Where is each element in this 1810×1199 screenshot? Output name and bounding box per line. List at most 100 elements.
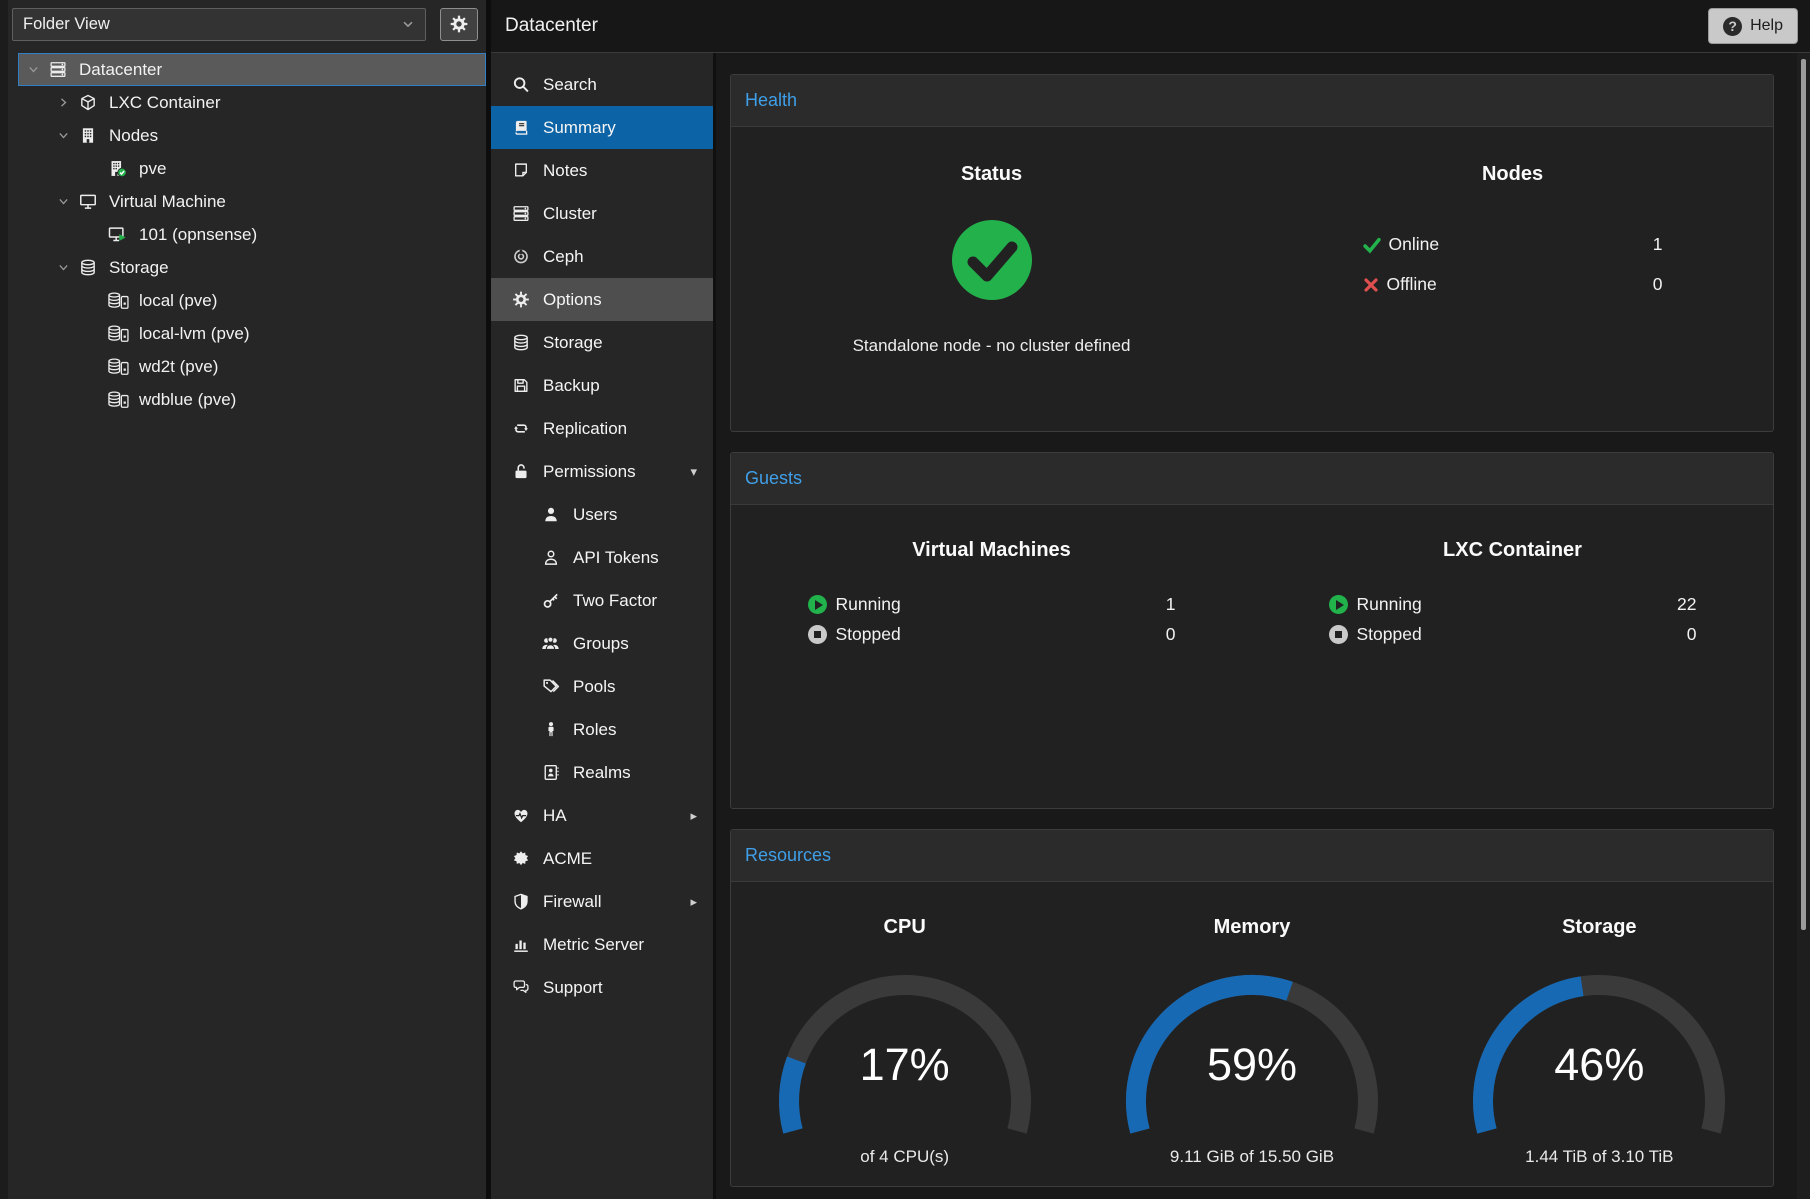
help-button[interactable]: ? Help bbox=[1708, 8, 1798, 44]
resources-panel: Resources CPU17%of 4 CPU(s)Memory59%9.11… bbox=[730, 829, 1774, 1187]
database-drive-icon bbox=[105, 358, 131, 375]
chevron-down-icon bbox=[401, 17, 415, 31]
chart-icon bbox=[509, 936, 533, 953]
gauge-percent: 59% bbox=[1102, 1039, 1402, 1091]
nav-item-notes[interactable]: Notes bbox=[491, 149, 713, 192]
proxmox-datacenter-app: Folder View DatacenterLXC ContainerNodes… bbox=[0, 0, 1810, 1199]
building-check-icon bbox=[105, 160, 131, 177]
resource-gauge-cpu: CPU17%of 4 CPU(s) bbox=[731, 882, 1078, 1186]
guests-panel-body: Virtual MachinesRunning1Stopped0LXC Cont… bbox=[731, 505, 1773, 808]
tree-item-local-pve[interactable]: local (pve) bbox=[8, 284, 486, 317]
nav-item-firewall[interactable]: Firewall▸ bbox=[491, 880, 713, 923]
database-icon bbox=[75, 259, 101, 276]
scrollbar-thumb[interactable] bbox=[1801, 59, 1806, 930]
tree-settings-button[interactable] bbox=[440, 8, 478, 41]
cluster-status-column: Status Standalone node - no cluster defi… bbox=[731, 127, 1252, 431]
nav-item-groups[interactable]: Groups bbox=[491, 622, 713, 665]
datacenter-nav: Search Summary Notes ClusterCephOptionsStor… bbox=[491, 53, 713, 1199]
triangle-right-icon: ▸ bbox=[690, 894, 697, 910]
acme-icon bbox=[509, 850, 533, 867]
nav-item-label: API Tokens bbox=[573, 548, 659, 568]
tree-item-virtual-machine[interactable]: Virtual Machine bbox=[8, 185, 486, 218]
guests-column-lxc-container: LXC ContainerRunning22Stopped0 bbox=[1252, 505, 1773, 808]
tree-item-wd2t-pve[interactable]: wd2t (pve) bbox=[8, 350, 486, 383]
node-state-count: 0 bbox=[1653, 274, 1663, 295]
health-panel-body: Status Standalone node - no cluster defi… bbox=[731, 127, 1773, 431]
nav-item-label: Permissions bbox=[543, 462, 636, 482]
nav-item-replication[interactable]: Replication bbox=[491, 407, 713, 450]
guests-column-heading: LXC Container bbox=[1443, 539, 1582, 562]
nav-item-backup[interactable]: Backup bbox=[491, 364, 713, 407]
tree-item-label: wd2t (pve) bbox=[139, 357, 218, 377]
tree-item-label: wdblue (pve) bbox=[139, 390, 236, 410]
play-circle-icon bbox=[1329, 595, 1348, 614]
gauge-detail: of 4 CPU(s) bbox=[860, 1147, 949, 1167]
tree-item-101-opnsense[interactable]: 101 (opnsense) bbox=[8, 218, 486, 251]
tree-item-wdblue-pve[interactable]: wdblue (pve) bbox=[8, 383, 486, 416]
guest-state-label: Stopped bbox=[836, 624, 901, 645]
nav-item-two-factor[interactable]: Two Factor bbox=[491, 579, 713, 622]
nav-item-support[interactable]: Support bbox=[491, 966, 713, 1009]
tree-item-label: Nodes bbox=[109, 126, 158, 146]
building-icon bbox=[75, 127, 101, 144]
replication-icon bbox=[509, 420, 533, 437]
tree-item-lxc-container[interactable]: LXC Container bbox=[8, 86, 486, 119]
help-icon: ? bbox=[1723, 17, 1742, 36]
check-icon bbox=[1363, 236, 1381, 254]
nav-item-api-tokens[interactable]: API Tokens bbox=[491, 536, 713, 579]
nav-item-label: ACME bbox=[543, 849, 592, 869]
nav-item-ceph[interactable]: Ceph bbox=[491, 235, 713, 278]
nav-item-label: Summary bbox=[543, 118, 616, 138]
nav-item-storage[interactable]: Storage bbox=[491, 321, 713, 364]
view-mode-select[interactable]: Folder View bbox=[12, 8, 426, 41]
nav-item-cluster[interactable]: Cluster bbox=[491, 192, 713, 235]
tree-item-storage[interactable]: Storage bbox=[8, 251, 486, 284]
nav-item-permissions[interactable]: Permissions▾ bbox=[491, 450, 713, 493]
nav-item-label: Search bbox=[543, 75, 597, 95]
nav-item-acme[interactable]: ACME bbox=[491, 837, 713, 880]
guest-state-count: 0 bbox=[1166, 624, 1176, 645]
tree-item-datacenter[interactable]: Datacenter bbox=[18, 53, 486, 86]
nav-item-metric-server[interactable]: Metric Server bbox=[491, 923, 713, 966]
tree-item-local-lvm-pve[interactable]: local-lvm (pve) bbox=[8, 317, 486, 350]
nav-item-label: Notes bbox=[543, 161, 587, 181]
person-icon bbox=[539, 721, 563, 738]
tree-item-nodes[interactable]: Nodes bbox=[8, 119, 486, 152]
node-state-count: 1 bbox=[1653, 234, 1663, 255]
cross-icon bbox=[1363, 277, 1379, 293]
nav-item-label: Realms bbox=[573, 763, 631, 783]
nav-item-pools[interactable]: Pools bbox=[491, 665, 713, 708]
database-icon bbox=[509, 334, 533, 351]
users-icon bbox=[539, 635, 563, 652]
nav-item-label: Support bbox=[543, 978, 603, 998]
nav-item-summary[interactable]: Summary bbox=[491, 106, 713, 149]
gauge: 59% bbox=[1102, 963, 1402, 1137]
server-icon bbox=[45, 61, 71, 78]
server-icon bbox=[509, 205, 533, 222]
content-scrollbar[interactable] bbox=[1797, 53, 1810, 1199]
page-title: Datacenter bbox=[505, 15, 598, 37]
nav-item-label: Users bbox=[573, 505, 617, 525]
tree-item-pve[interactable]: pve bbox=[8, 152, 486, 185]
nodes-column: Nodes Online1Offline0 bbox=[1252, 127, 1773, 431]
nav-item-roles[interactable]: Roles bbox=[491, 708, 713, 751]
chevron-down-icon[interactable] bbox=[51, 195, 75, 208]
gauge-detail: 9.11 GiB of 15.50 GiB bbox=[1170, 1147, 1334, 1167]
desktop-play-icon bbox=[105, 226, 131, 243]
nav-item-ha[interactable]: HA▸ bbox=[491, 794, 713, 837]
tree-item-label: 101 (opnsense) bbox=[139, 225, 257, 245]
gauge-detail: 1.44 TiB of 3.10 TiB bbox=[1525, 1147, 1673, 1167]
chevron-down-icon[interactable] bbox=[51, 261, 75, 274]
chevron-right-icon[interactable] bbox=[51, 96, 75, 109]
nav-item-search[interactable]: Search bbox=[491, 63, 713, 106]
nav-item-realms[interactable]: Realms bbox=[491, 751, 713, 794]
health-panel-title: Health bbox=[745, 90, 797, 111]
status-message: Standalone node - no cluster defined bbox=[853, 336, 1131, 356]
chevron-down-icon[interactable] bbox=[51, 129, 75, 142]
health-panel: Health Status Standalone node - no bbox=[730, 74, 1774, 432]
nav-item-users[interactable]: Users bbox=[491, 493, 713, 536]
chevron-down-icon[interactable] bbox=[21, 63, 45, 76]
tags-icon bbox=[539, 678, 563, 695]
summary-content: Health Status Standalone node - no bbox=[713, 53, 1810, 1199]
nav-item-options[interactable]: Options bbox=[491, 278, 713, 321]
